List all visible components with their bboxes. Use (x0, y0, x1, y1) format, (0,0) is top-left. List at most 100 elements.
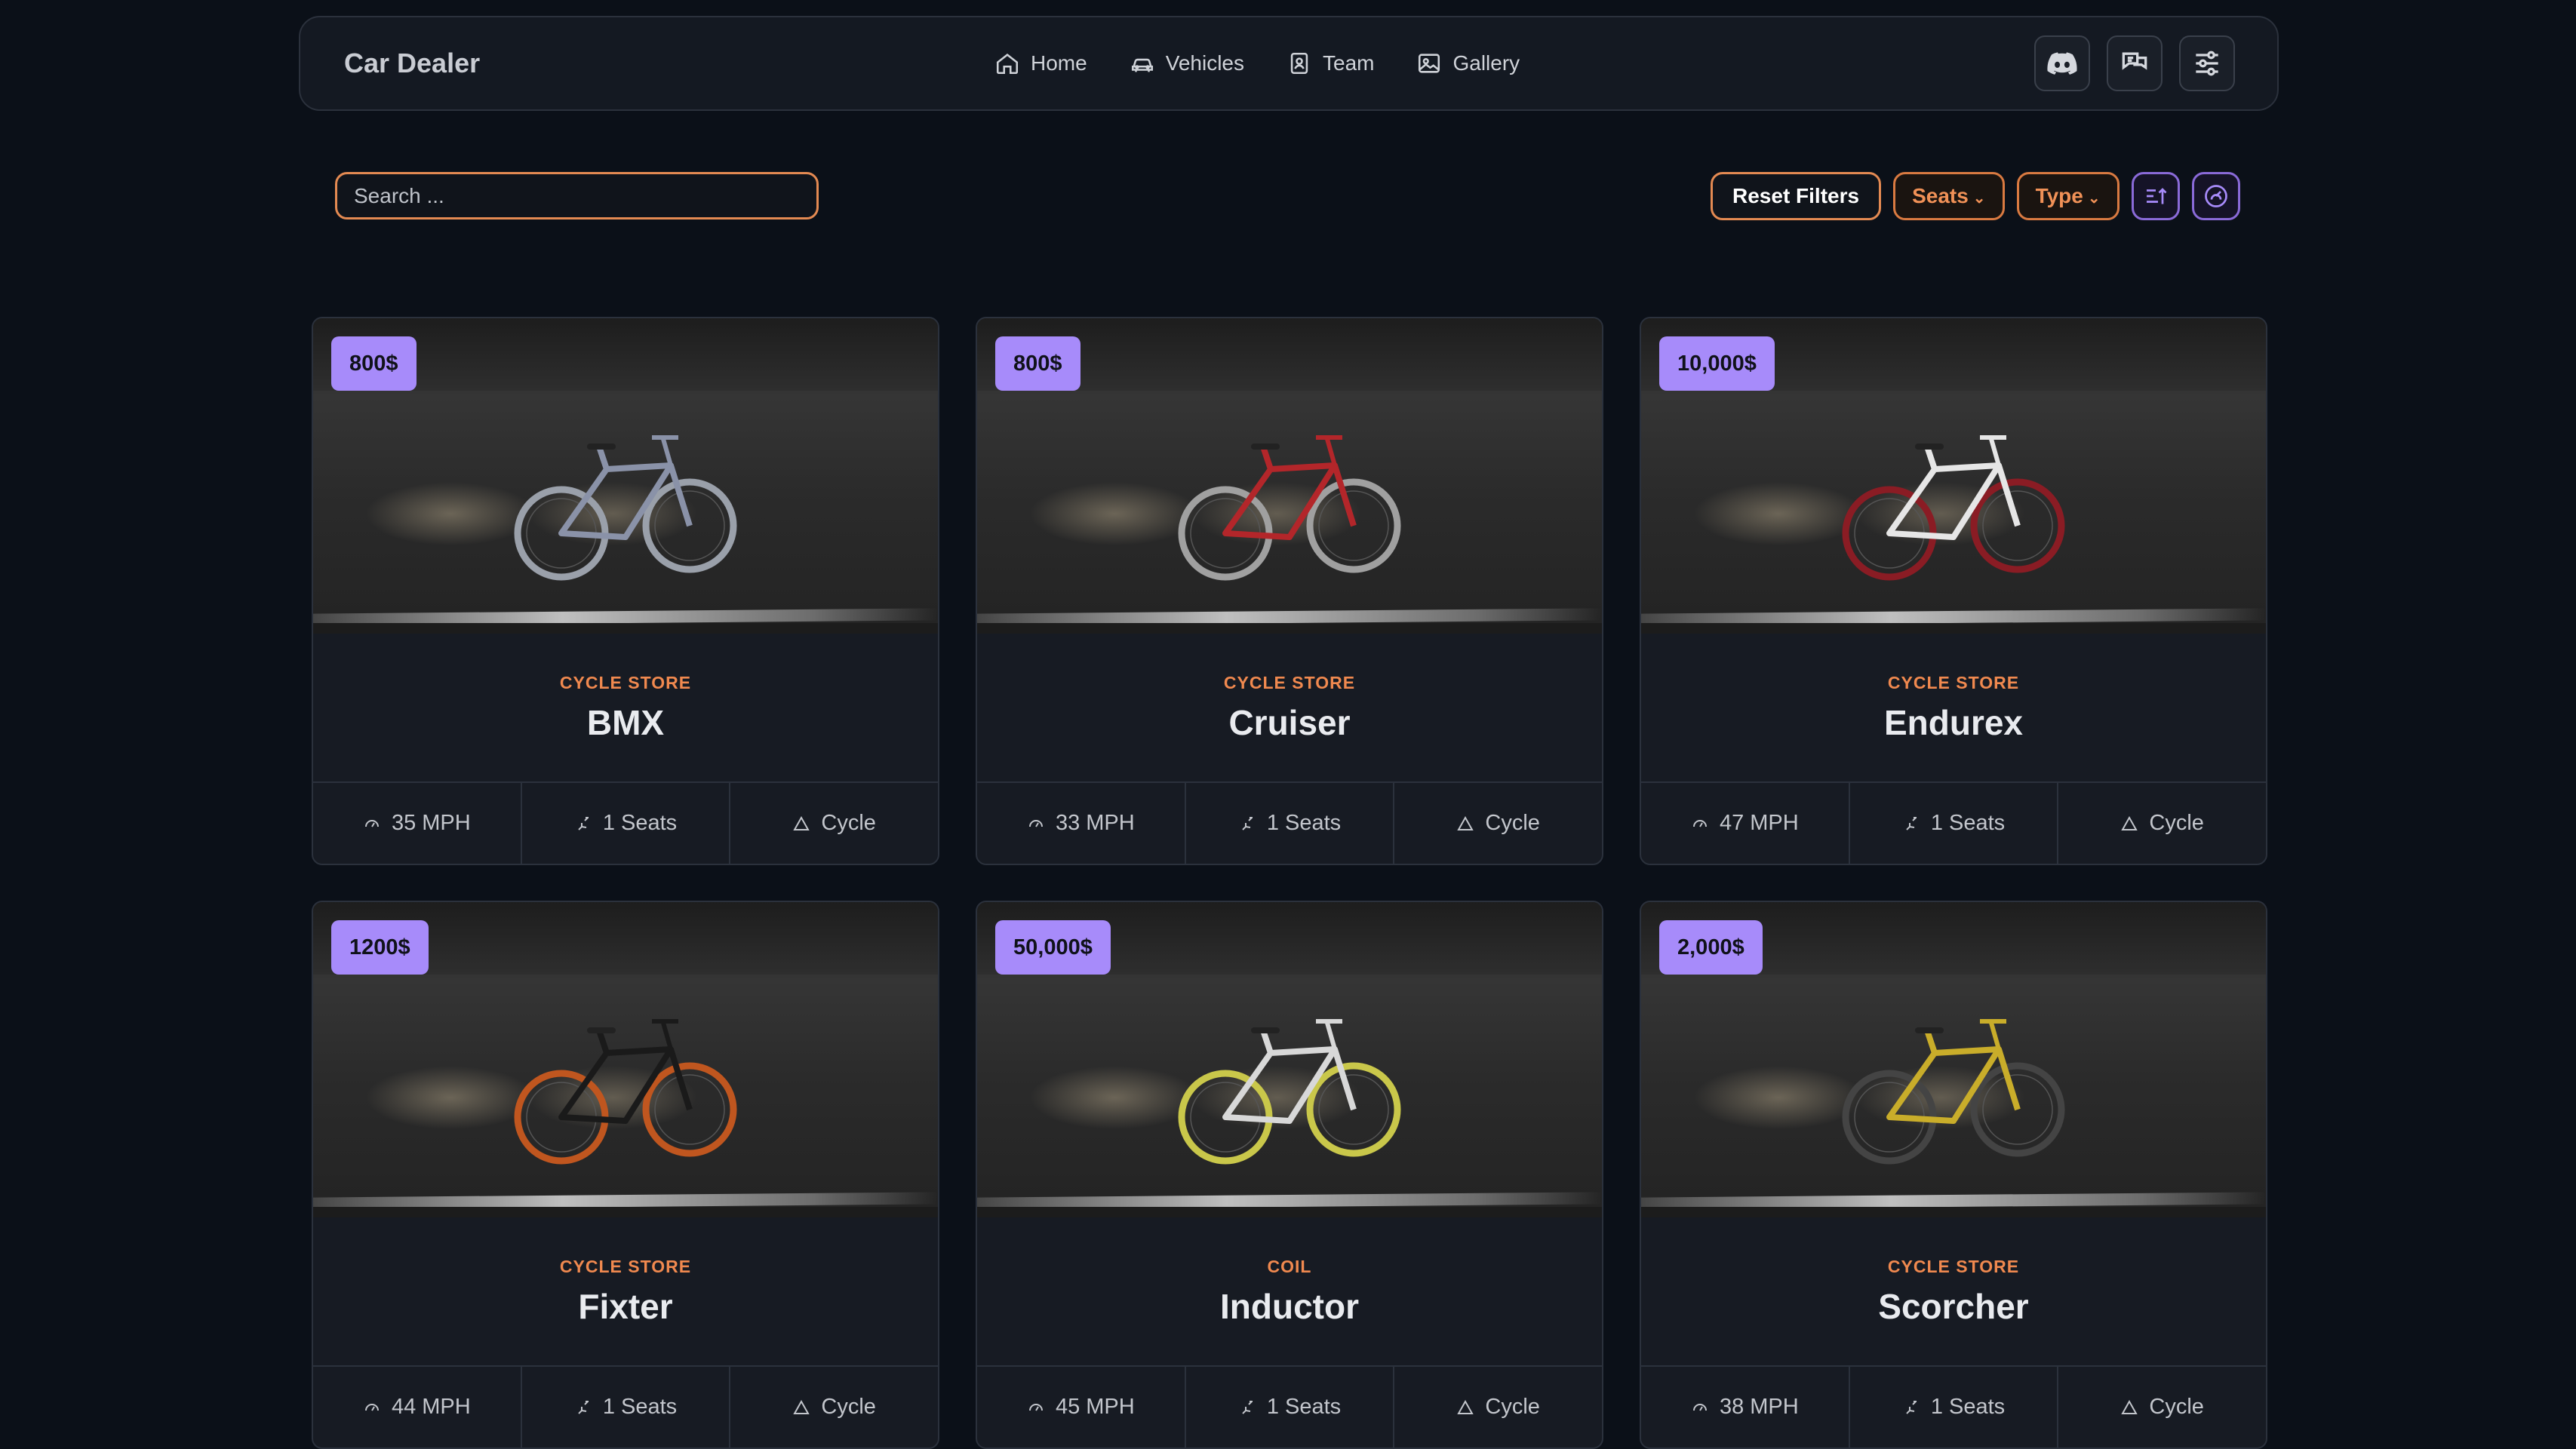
vehicle-stats: 35 MPH 1 Seats Cycle (313, 781, 938, 864)
seats-stat: 1 Seats (522, 1367, 731, 1447)
vehicle-model: Scorcher (1878, 1287, 2029, 1326)
nav-gallery-label: Gallery (1452, 51, 1520, 75)
vehicle-model: BMX (586, 703, 665, 742)
seat-icon (578, 816, 589, 830)
car-icon (1131, 58, 1153, 72)
speed-stat: 44 MPH (313, 1367, 522, 1447)
vehicle-card-scorcher[interactable]: 2,000$ CYCLE STORE Scorcher 38 MPH 1 Sea… (1640, 901, 2267, 1449)
triangle-icon (2121, 815, 2138, 830)
seats-stat: 1 Seats (1850, 783, 2059, 864)
type-stat: Cycle (1394, 1367, 1602, 1447)
bicycle-illustration (1178, 435, 1401, 581)
brand-title[interactable]: Car Dealer (344, 48, 480, 79)
triangle-icon (1457, 815, 1474, 830)
type-dropdown-label: Type (2035, 184, 2083, 207)
nav-vehicles[interactable]: Vehicles (1130, 51, 1244, 76)
vehicle-brand: COIL (1267, 1257, 1312, 1276)
sort-button[interactable] (2131, 172, 2180, 220)
chat-button[interactable] (2107, 35, 2163, 91)
bicycle-illustration (1842, 1019, 2065, 1165)
vehicle-image: 800$ (313, 318, 938, 634)
speedometer-icon (1028, 819, 1043, 827)
home-icon (996, 54, 1019, 75)
speed-value: 33 MPH (1055, 811, 1135, 835)
chevron-down-icon: ⌄ (1972, 189, 1986, 207)
team-icon (1290, 52, 1308, 75)
seats-value: 1 Seats (1930, 811, 2006, 835)
speedometer-icon (364, 819, 379, 827)
discord-icon (2047, 52, 2077, 75)
nav-team-label: Team (1323, 51, 1375, 75)
nav-links: Home Vehicles Team Gallery (994, 51, 1520, 76)
seat-icon (1242, 1400, 1253, 1414)
sort-icon (2146, 188, 2167, 204)
speedometer-icon (2204, 185, 2227, 207)
vehicle-model: Endurex (1883, 703, 2024, 742)
seats-value: 1 Seats (602, 1395, 678, 1419)
seats-stat: 1 Seats (1186, 1367, 1395, 1447)
vehicle-stats: 33 MPH 1 Seats Cycle (977, 781, 1602, 864)
vehicle-card-bmx[interactable]: 800$ CYCLE STORE BMX 35 MPH 1 Seats Cycl… (312, 317, 939, 865)
speed-stat: 33 MPH (977, 783, 1186, 864)
type-stat: Cycle (1394, 783, 1602, 864)
search-input[interactable] (335, 172, 819, 219)
type-value: Cycle (2149, 811, 2204, 835)
seat-icon (1242, 816, 1253, 830)
vehicle-stats: 47 MPH 1 Seats Cycle (1641, 781, 2266, 864)
seats-dropdown[interactable]: Seats ⌄ (1893, 172, 2005, 220)
vehicle-card-endurex[interactable]: 10,000$ CYCLE STORE Endurex 47 MPH 1 Sea… (1640, 317, 2267, 865)
type-value: Cycle (821, 811, 876, 835)
speed-sort-button[interactable] (2191, 172, 2240, 220)
seat-icon (578, 1400, 589, 1414)
triangle-icon (2121, 1399, 2138, 1414)
price-badge: 800$ (995, 336, 1081, 391)
triangle-icon (1457, 1399, 1474, 1414)
vehicle-card-cruiser[interactable]: 800$ CYCLE STORE Cruiser 33 MPH 1 Seats … (976, 317, 1603, 865)
settings-button[interactable] (2179, 35, 2235, 91)
price-badge: 1200$ (331, 920, 429, 975)
gallery-icon (1419, 54, 1440, 73)
speed-stat: 45 MPH (977, 1367, 1186, 1447)
top-navbar: Car Dealer Home Vehicles Team Gallery (299, 16, 2279, 111)
type-value: Cycle (821, 1395, 876, 1419)
vehicle-model: Inductor (1220, 1287, 1359, 1326)
nav-vehicles-label: Vehicles (1165, 51, 1244, 75)
speedometer-icon (364, 1403, 379, 1411)
type-stat: Cycle (2058, 1367, 2266, 1447)
bicycle-illustration (1842, 435, 2065, 581)
discord-button[interactable] (2034, 35, 2090, 91)
nav-gallery[interactable]: Gallery (1416, 51, 1520, 76)
reset-filters-button[interactable]: Reset Filters (1711, 172, 1882, 220)
seats-stat: 1 Seats (1186, 783, 1395, 864)
vehicle-card-fixter[interactable]: 1200$ CYCLE STORE Fixter 44 MPH 1 Seats … (312, 901, 939, 1449)
triangle-icon (793, 1399, 810, 1414)
seats-stat: 1 Seats (522, 783, 731, 864)
bicycle-illustration (514, 1019, 737, 1165)
type-value: Cycle (1485, 1395, 1540, 1419)
vehicle-image: 800$ (977, 318, 1602, 634)
type-value: Cycle (2149, 1395, 2204, 1419)
chat-icon (2122, 52, 2147, 70)
nav-home[interactable]: Home (994, 51, 1087, 76)
speed-value: 44 MPH (391, 1395, 471, 1419)
type-stat: Cycle (730, 1367, 938, 1447)
speed-stat: 47 MPH (1641, 783, 1850, 864)
vehicle-brand: CYCLE STORE (559, 673, 692, 692)
vehicle-brand: CYCLE STORE (1887, 673, 2020, 692)
vehicle-card-inductor[interactable]: 50,000$ COIL Inductor 45 MPH 1 Seats Cyc… (976, 901, 1603, 1449)
speed-stat: 35 MPH (313, 783, 522, 864)
speedometer-icon (1692, 819, 1707, 827)
speed-stat: 38 MPH (1641, 1367, 1850, 1447)
price-badge: 50,000$ (995, 920, 1111, 975)
type-dropdown[interactable]: Type ⌄ (2016, 172, 2120, 220)
vehicle-info: CYCLE STORE Cruiser (977, 634, 1602, 784)
vehicle-info: CYCLE STORE Endurex (1641, 634, 2266, 784)
seat-icon (1906, 816, 1917, 830)
vehicle-image: 50,000$ (977, 902, 1602, 1217)
nav-team[interactable]: Team (1286, 51, 1374, 76)
seats-value: 1 Seats (1266, 811, 1342, 835)
speed-value: 45 MPH (1055, 1395, 1135, 1419)
vehicle-image: 10,000$ (1641, 318, 2266, 634)
vehicle-image: 1200$ (313, 902, 938, 1217)
bicycle-illustration (1178, 1019, 1401, 1165)
